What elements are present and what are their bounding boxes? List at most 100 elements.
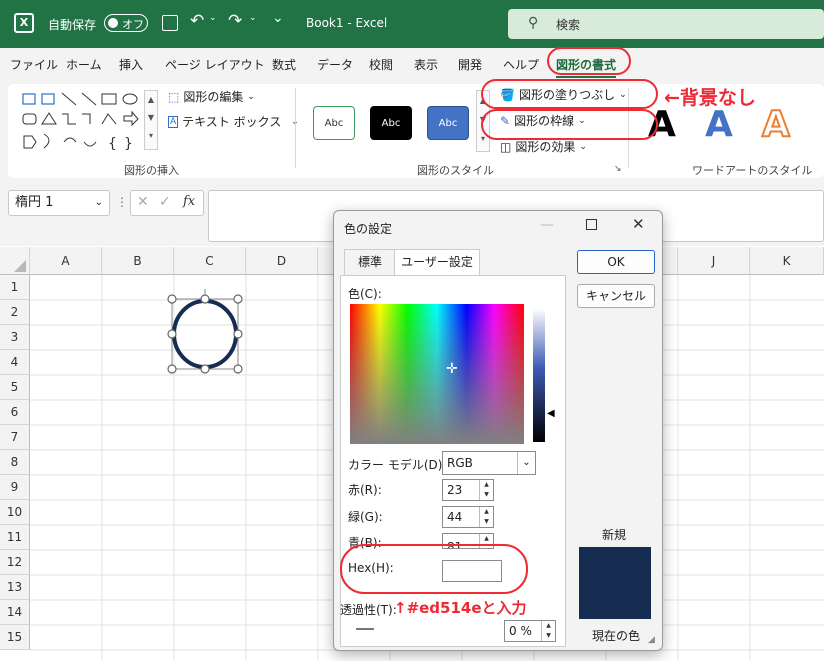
tab-help[interactable]: ヘルプ (503, 56, 539, 73)
group-label-insert-shapes: 図形の挿入 (124, 164, 179, 177)
row-header[interactable]: 9 (0, 475, 30, 500)
luminance-slider[interactable] (533, 308, 545, 442)
tab-file[interactable]: ファイル (10, 56, 58, 73)
annotation-hex-note: ↑#ed514eと入力 (394, 599, 527, 617)
row-header[interactable]: 8 (0, 450, 30, 475)
excel-logo-icon: X (14, 13, 34, 33)
enter-icon[interactable]: ✓ (159, 194, 171, 210)
shape-style-blue[interactable]: Abc (427, 106, 469, 140)
document-title: Book1 - Excel (306, 16, 388, 30)
tab-standard[interactable]: 標準 (344, 249, 396, 275)
ok-button[interactable]: OK (577, 250, 655, 274)
search-box[interactable]: ⚲ 検索 (508, 9, 824, 39)
tab-home[interactable]: ホーム (66, 56, 102, 73)
select-all-corner[interactable] (0, 247, 30, 275)
column-header[interactable]: J (678, 247, 750, 275)
row-header[interactable]: 2 (0, 300, 30, 325)
tab-custom[interactable]: ユーザー設定 (394, 249, 480, 276)
shapes-gallery[interactable]: { } (22, 90, 150, 152)
tab-insert[interactable]: 挿入 (119, 56, 143, 73)
wordart-orange[interactable]: A (761, 103, 791, 146)
cancel-button[interactable]: キャンセル (577, 284, 655, 308)
autosave-label: 自動保存 (48, 18, 97, 32)
shapes-gallery-scroll[interactable]: ▲ ▼ ▾ (144, 90, 158, 150)
row-header[interactable]: 14 (0, 600, 30, 625)
color-model-label: カラー モデル(D): (348, 458, 447, 472)
row-header[interactable]: 15 (0, 625, 30, 650)
green-value: 44 (447, 510, 463, 524)
group-divider (295, 88, 296, 168)
row-header[interactable]: 3 (0, 325, 30, 350)
wordart-blue[interactable]: A (705, 104, 733, 145)
row-header[interactable]: 5 (0, 375, 30, 400)
tab-formulas[interactable]: 数式 (272, 56, 296, 73)
chevron-down-icon: ⌄ (579, 141, 587, 152)
callout-fill-button (481, 79, 658, 109)
column-header[interactable]: B (102, 247, 174, 275)
shape-style-outline[interactable]: Abc (313, 106, 355, 140)
textbox-button[interactable]: Aテキスト ボックス⌄ (168, 113, 299, 130)
oval-shape[interactable] (164, 289, 250, 377)
tab-view[interactable]: 表示 (414, 56, 438, 73)
tab-review[interactable]: 校閲 (369, 56, 393, 73)
resize-grip-icon[interactable]: ◢ (648, 635, 655, 645)
close-icon[interactable]: ✕ (632, 215, 645, 233)
red-input[interactable]: 23 ▲ ▼ (442, 479, 494, 501)
tab-data[interactable]: データ (317, 56, 353, 73)
chevron-down-icon: ⌄ (517, 452, 535, 474)
redo-icon[interactable]: ↷ (228, 11, 242, 31)
autosave-toggle[interactable]: オフ (104, 14, 148, 32)
color-spectrum[interactable]: ✛ (350, 304, 524, 444)
undo-dropdown-icon[interactable]: ⌄ (209, 13, 217, 23)
maximize-icon[interactable] (586, 219, 597, 230)
svg-text:}: } (124, 136, 133, 152)
transparency-value: 0 % (509, 624, 532, 638)
row-header[interactable]: 1 (0, 275, 30, 300)
green-label: 緑(G): (348, 510, 383, 524)
shape-effects-button[interactable]: ◫ 図形の効果 ⌄ (500, 138, 587, 155)
edit-shape-label: 図形の編集 (183, 90, 244, 104)
row-header[interactable]: 12 (0, 550, 30, 575)
group-label-wordart: ワードアートのスタイル (692, 164, 813, 177)
shape-style-black[interactable]: Abc (370, 106, 412, 140)
tab-developer[interactable]: 開発 (458, 56, 482, 73)
edit-shape-button[interactable]: ⬚ 図形の編集 ⌄ (168, 88, 255, 105)
chevron-down-icon: ⌄ (94, 197, 103, 208)
spin-arrows-icon[interactable]: ▲ ▼ (479, 507, 493, 527)
column-header[interactable]: K (750, 247, 824, 275)
minimize-icon[interactable]: — (540, 217, 554, 233)
autosave-state: オフ (122, 18, 144, 31)
green-input[interactable]: 44 ▲ ▼ (442, 506, 494, 528)
redo-dropdown-icon[interactable]: ⌄ (249, 13, 257, 23)
transparency-slider[interactable] (356, 628, 374, 630)
column-header[interactable]: A (30, 247, 102, 275)
cancel-icon[interactable]: ✕ (137, 194, 149, 210)
crosshair-icon: ✛ (446, 361, 458, 377)
spin-arrows-icon[interactable]: ▲ ▼ (479, 480, 493, 500)
luminance-pointer-icon[interactable]: ◀ (547, 408, 555, 419)
row-header[interactable]: 4 (0, 350, 30, 375)
insert-function-icon[interactable]: fx (183, 194, 195, 209)
new-color-swatch (579, 547, 651, 619)
colors-label: 色(C): (348, 287, 382, 301)
save-icon[interactable] (162, 15, 178, 31)
transparency-input[interactable]: 0 % ▲ ▼ (504, 620, 556, 642)
effects-icon: ◫ (500, 139, 512, 154)
group-label-shape-styles: 図形のスタイル (417, 164, 494, 177)
tab-page-layout[interactable]: ページ レイアウト (165, 56, 265, 73)
column-header[interactable]: C (174, 247, 246, 275)
row-header[interactable]: 6 (0, 400, 30, 425)
row-header[interactable]: 11 (0, 525, 30, 550)
customize-toolbar-icon[interactable]: ⌄ (272, 10, 284, 26)
ribbon-tabs: ファイル ホーム 挿入 ページ レイアウト 数式 データ 校閲 表示 開発 ヘル… (0, 48, 824, 79)
spin-arrows-icon[interactable]: ▲ ▼ (541, 621, 555, 641)
column-header[interactable]: D (246, 247, 318, 275)
callout-hex-field (340, 544, 528, 594)
row-header[interactable]: 10 (0, 500, 30, 525)
row-header[interactable]: 13 (0, 575, 30, 600)
name-box[interactable]: 楕円 1 ⌄ (8, 190, 110, 216)
row-header[interactable]: 7 (0, 425, 30, 450)
undo-icon[interactable]: ↶ (190, 11, 204, 31)
dialog-launcher-icon[interactable]: ↘ (614, 164, 622, 174)
color-model-select[interactable]: RGB ⌄ (442, 451, 536, 475)
